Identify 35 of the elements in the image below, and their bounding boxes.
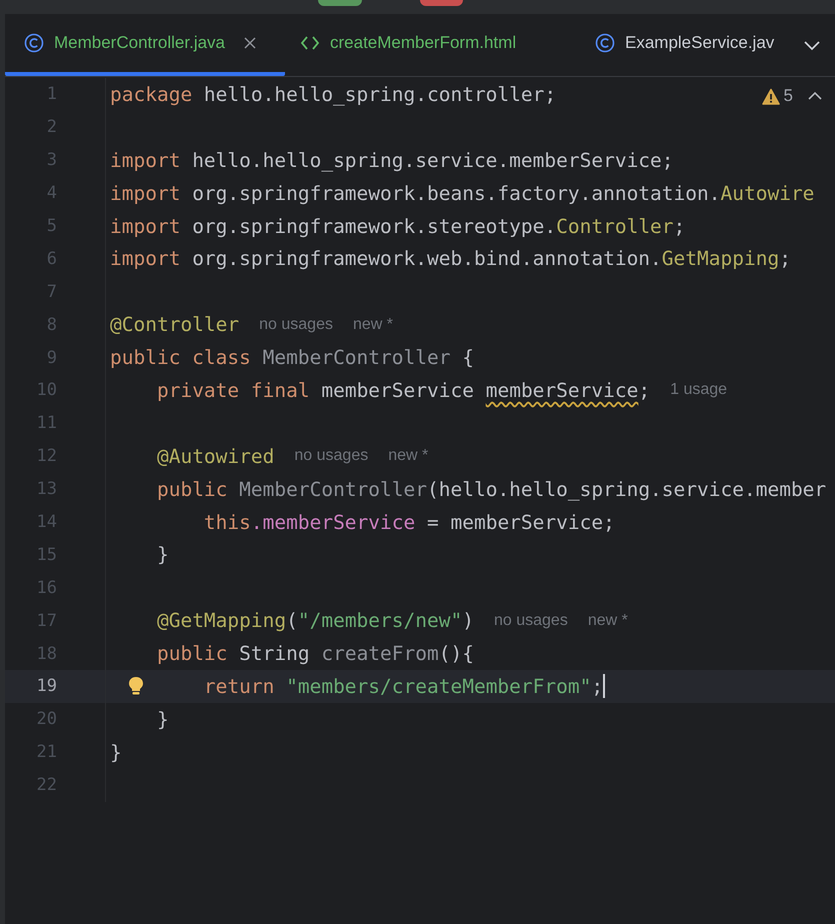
code-line: public class MemberController { [110,346,474,370]
inlay-hint: no usages [259,316,333,334]
code-line: public MemberController(hello.hello_spring.service.member [156,478,826,501]
warning-count[interactable]: 5 [784,86,793,106]
code-line: import org.springframework.beans.factory.annotation.Autowire [110,182,814,205]
code-line: } [156,543,169,566]
class-icon [24,33,44,53]
line-number: 19 [5,670,106,703]
editor-tab[interactable]: MemberController.java [5,14,285,76]
text-cursor [603,674,606,698]
lightbulb-icon[interactable] [127,676,145,696]
code-line: public String createFrom(){ [156,642,474,666]
editor-tab[interactable]: createMemberForm.html [285,14,570,76]
inlay-hint: new * [352,316,394,334]
code-line: } [156,708,169,731]
close-icon[interactable] [243,36,258,50]
code-line: import hello.hello_spring.service.memberService; [110,148,674,172]
code-line: this.memberService = memberService; [204,510,615,534]
code-line: import org.springframework.stereotype.Controller; [110,214,686,238]
code-line: @GetMapping("/members/new") [156,609,474,632]
code-line: @Controller [110,313,240,336]
inlay-hint: new * [588,612,628,630]
code-line: import org.springframework.web.bind.annotation.GetMapping; [110,247,791,270]
editor-tab[interactable]: ExampleService.jav [570,14,785,76]
code-line: @Autowired [156,444,274,468]
inlay-hint: new * [388,447,428,466]
code-line: return "members/createMemberFrom"; [204,674,604,698]
code-line: private final memberService memberService; [156,378,650,402]
inlay-hint: 1 usage [670,381,728,400]
code-line: package hello.hello_spring.controller; [110,82,556,106]
code-line: } [110,740,122,764]
class-icon [595,33,615,53]
inlay-hint: no usages [294,447,368,466]
warning-icon [762,88,780,104]
inlay-hint: no usages [494,612,568,630]
